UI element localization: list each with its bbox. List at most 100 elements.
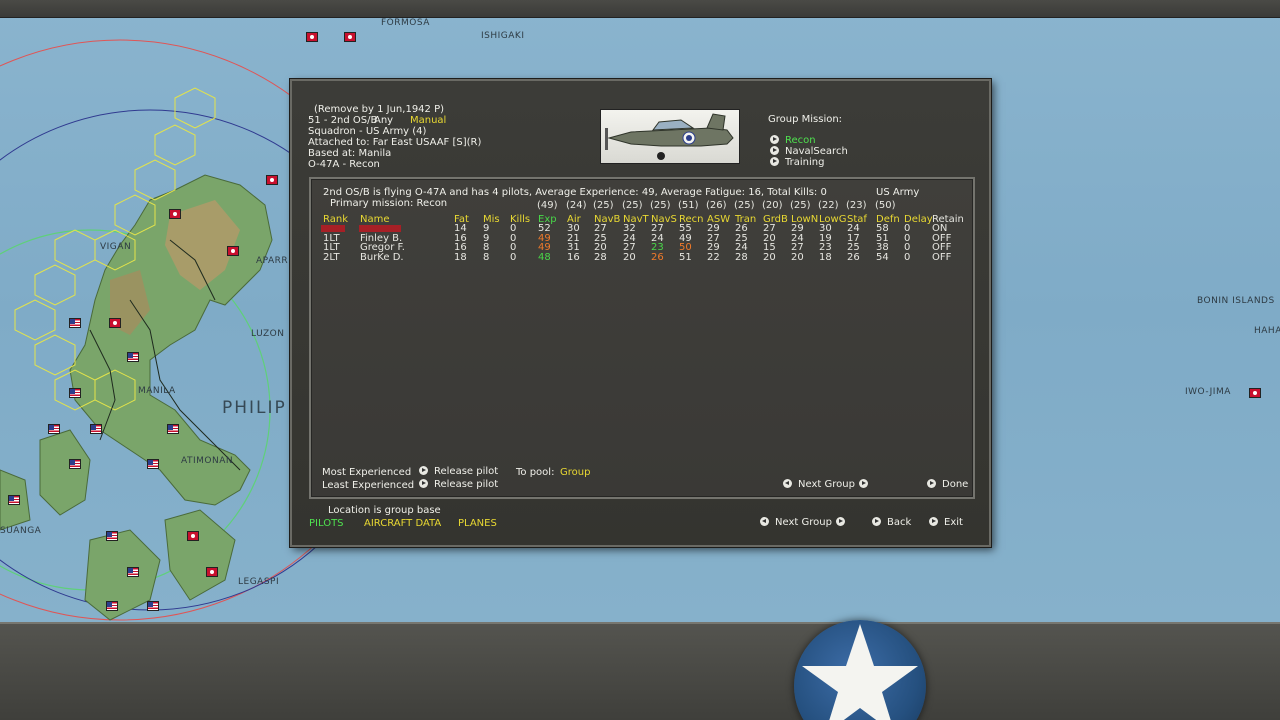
us-base-marker[interactable] bbox=[167, 424, 179, 434]
remove-by-text: (Remove by 1 Jun,1942 P) bbox=[314, 104, 445, 115]
pilot-cell-asw: 22 bbox=[707, 251, 720, 263]
skill-average-value: (25) bbox=[790, 200, 811, 211]
tab-planes[interactable]: PLANES bbox=[458, 518, 497, 529]
skill-average-value: (51) bbox=[678, 200, 699, 211]
skill-average-value: (25) bbox=[734, 200, 755, 211]
us-base-marker[interactable] bbox=[106, 601, 118, 611]
done-label: Done bbox=[942, 479, 969, 490]
based-at-text[interactable]: Based at: Manila bbox=[308, 148, 391, 159]
manual-mode-toggle[interactable]: Manual bbox=[410, 115, 446, 126]
arrow-left-icon bbox=[783, 479, 792, 488]
release-most-experienced-button[interactable]: Release pilot bbox=[419, 466, 498, 477]
release-pilot-label: Release pilot bbox=[434, 479, 499, 490]
pilot-cell-tran: 28 bbox=[735, 251, 748, 263]
pilot-cell-grdb: 20 bbox=[763, 251, 776, 263]
japanese-base-marker[interactable] bbox=[169, 209, 181, 219]
pilot-cell-rank: 2LT bbox=[323, 251, 340, 263]
unit-any-text[interactable]: Any bbox=[374, 115, 393, 126]
us-base-marker[interactable] bbox=[106, 531, 118, 541]
panel-next-group-button[interactable]: Next Group bbox=[783, 479, 868, 490]
select-arrow-icon bbox=[770, 157, 779, 166]
tab-pilots[interactable]: PILOTS bbox=[309, 518, 344, 529]
us-base-marker[interactable] bbox=[69, 388, 81, 398]
us-base-marker[interactable] bbox=[127, 567, 139, 577]
japanese-base-marker[interactable] bbox=[206, 567, 218, 577]
skill-average-value: (25) bbox=[650, 200, 671, 211]
arrow-right-icon bbox=[419, 479, 428, 488]
arrow-right-icon bbox=[872, 517, 881, 526]
pilot-cell-air: 16 bbox=[567, 251, 580, 263]
location-note: Location is group base bbox=[328, 505, 441, 516]
pilot-cell-defn: 54 bbox=[876, 251, 889, 263]
japanese-base-marker[interactable] bbox=[227, 246, 239, 256]
pilot-cell-recn: 51 bbox=[679, 251, 692, 263]
us-base-marker[interactable] bbox=[48, 424, 60, 434]
map-label-atimonan: ATIMONAN bbox=[181, 456, 234, 466]
pilot-cell-lown: 20 bbox=[791, 251, 804, 263]
map-label-manila: MANILA bbox=[138, 386, 176, 396]
mission-option-navalsearch[interactable]: NavalSearch bbox=[770, 146, 848, 157]
japanese-base-marker[interactable] bbox=[266, 175, 278, 185]
pilot-cell-kills: 0 bbox=[510, 251, 517, 263]
primary-mission-text: Primary mission: Recon bbox=[330, 198, 448, 209]
pilot-cell-navs: 26 bbox=[651, 251, 664, 263]
next-group-button[interactable]: Next Group bbox=[760, 517, 845, 528]
map-label-philippines: PHILIP bbox=[222, 398, 287, 418]
skill-average-value: (50) bbox=[875, 200, 896, 211]
pilot-cell-mis: 8 bbox=[483, 251, 490, 263]
mission-option-recon[interactable]: Recon bbox=[770, 135, 816, 146]
map-label-ishigaki: ISHIGAKI bbox=[481, 31, 525, 41]
mission-option-label: Training bbox=[785, 157, 825, 168]
japanese-base-marker[interactable] bbox=[109, 318, 121, 328]
japanese-base-marker[interactable] bbox=[1249, 388, 1261, 398]
japanese-base-marker[interactable] bbox=[306, 32, 318, 42]
arrow-right-icon bbox=[835, 517, 845, 526]
done-button[interactable]: Done bbox=[927, 479, 968, 490]
release-least-experienced-button[interactable]: Release pilot bbox=[419, 479, 498, 490]
attached-to-text[interactable]: Attached to: Far East USAAF [S](R) bbox=[308, 137, 481, 148]
next-group-label: Next Group bbox=[775, 517, 832, 528]
skill-average-value: (20) bbox=[762, 200, 783, 211]
japanese-base-marker[interactable] bbox=[187, 531, 199, 541]
aircraft-type-text[interactable]: O-47A - Recon bbox=[308, 159, 380, 170]
arrow-right-icon bbox=[927, 479, 936, 488]
select-arrow-icon bbox=[770, 146, 779, 155]
japanese-base-marker[interactable] bbox=[344, 32, 356, 42]
arrow-right-icon bbox=[858, 479, 868, 488]
us-base-marker[interactable] bbox=[127, 352, 139, 362]
least-experienced-label: Least Experienced bbox=[322, 480, 415, 491]
skill-average-value: (24) bbox=[566, 200, 587, 211]
most-experienced-label: Most Experienced bbox=[322, 467, 412, 478]
us-base-marker[interactable] bbox=[90, 424, 102, 434]
us-base-marker[interactable] bbox=[147, 601, 159, 611]
map-label-bonin-islands: BONIN ISLANDS bbox=[1197, 296, 1275, 306]
to-pool-toggle[interactable]: Group bbox=[560, 467, 590, 478]
back-label: Back bbox=[887, 517, 912, 528]
exit-button[interactable]: Exit bbox=[929, 517, 963, 528]
roster-service: US Army bbox=[876, 187, 920, 198]
column-header-name[interactable]: Name bbox=[360, 214, 390, 225]
skill-average-value: (25) bbox=[622, 200, 643, 211]
skill-average-value: (22) bbox=[818, 200, 839, 211]
us-base-marker[interactable] bbox=[8, 495, 20, 505]
mission-option-training[interactable]: Training bbox=[770, 157, 824, 168]
skill-average-value: (26) bbox=[706, 200, 727, 211]
aircraft-image[interactable] bbox=[600, 109, 740, 164]
squadron-text: Squadron - US Army (4) bbox=[308, 126, 427, 137]
selected-pilot-highlight[interactable] bbox=[321, 225, 401, 232]
mission-option-label: Recon bbox=[785, 135, 816, 146]
arrow-right-icon bbox=[929, 517, 938, 526]
pilot-cell-name: BurKe D. bbox=[360, 251, 404, 263]
map-top-strip bbox=[0, 0, 1280, 18]
pilot-cell-retain: OFF bbox=[932, 251, 952, 263]
pilot-roster-panel: 2nd OS/B is flying O-47A and has 4 pilot… bbox=[309, 177, 975, 499]
tab-aircraft-data[interactable]: AIRCRAFT DATA bbox=[364, 518, 441, 529]
skill-average-value: (23) bbox=[846, 200, 867, 211]
us-base-marker[interactable] bbox=[147, 459, 159, 469]
pilot-cell-exp: 48 bbox=[538, 251, 551, 263]
pilot-cell-navb: 28 bbox=[594, 251, 607, 263]
us-base-marker[interactable] bbox=[69, 318, 81, 328]
column-header-rank[interactable]: Rank bbox=[323, 214, 348, 225]
us-base-marker[interactable] bbox=[69, 459, 81, 469]
back-button[interactable]: Back bbox=[872, 517, 911, 528]
